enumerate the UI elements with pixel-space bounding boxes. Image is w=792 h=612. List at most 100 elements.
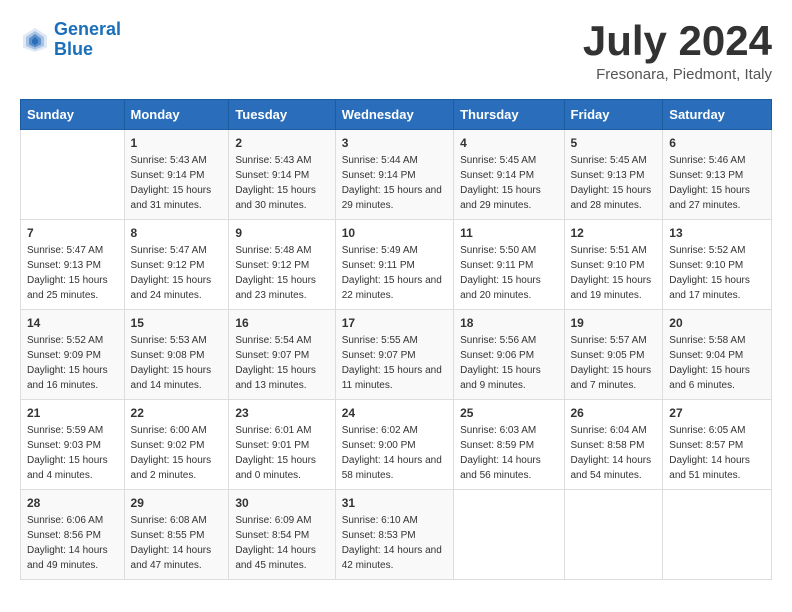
sunrise-text: Sunrise: 5:45 AM <box>571 153 657 168</box>
daylight-text: Daylight: 14 hours and 54 minutes. <box>571 453 657 483</box>
sunrise-text: Sunrise: 6:03 AM <box>460 423 557 438</box>
day-number: 13 <box>669 226 765 240</box>
day-number: 14 <box>27 316 118 330</box>
calendar-cell: 28 Sunrise: 6:06 AM Sunset: 8:56 PM Dayl… <box>21 490 125 580</box>
calendar-cell: 11 Sunrise: 5:50 AM Sunset: 9:11 PM Dayl… <box>454 220 564 310</box>
sunrise-text: Sunrise: 5:51 AM <box>571 243 657 258</box>
day-number: 31 <box>342 496 447 510</box>
calendar-cell: 12 Sunrise: 5:51 AM Sunset: 9:10 PM Dayl… <box>564 220 663 310</box>
daylight-text: Daylight: 14 hours and 49 minutes. <box>27 543 118 573</box>
calendar-cell: 15 Sunrise: 5:53 AM Sunset: 9:08 PM Dayl… <box>124 310 229 400</box>
week-row-2: 7 Sunrise: 5:47 AM Sunset: 9:13 PM Dayli… <box>21 220 772 310</box>
sunset-text: Sunset: 9:10 PM <box>669 258 765 273</box>
day-info: Sunrise: 6:03 AM Sunset: 8:59 PM Dayligh… <box>460 423 557 483</box>
sunset-text: Sunset: 9:02 PM <box>131 438 223 453</box>
day-number: 12 <box>571 226 657 240</box>
day-info: Sunrise: 5:52 AM Sunset: 9:10 PM Dayligh… <box>669 243 765 303</box>
sunset-text: Sunset: 9:07 PM <box>342 348 447 363</box>
calendar-cell: 30 Sunrise: 6:09 AM Sunset: 8:54 PM Dayl… <box>229 490 335 580</box>
calendar-cell: 25 Sunrise: 6:03 AM Sunset: 8:59 PM Dayl… <box>454 400 564 490</box>
sunset-text: Sunset: 9:14 PM <box>235 168 328 183</box>
calendar-cell: 10 Sunrise: 5:49 AM Sunset: 9:11 PM Dayl… <box>335 220 453 310</box>
sunrise-text: Sunrise: 5:44 AM <box>342 153 447 168</box>
day-info: Sunrise: 5:59 AM Sunset: 9:03 PM Dayligh… <box>27 423 118 483</box>
calendar-cell: 6 Sunrise: 5:46 AM Sunset: 9:13 PM Dayli… <box>663 130 772 220</box>
title-block: July 2024 Fresonara, Piedmont, Italy <box>583 20 772 83</box>
sunset-text: Sunset: 9:14 PM <box>342 168 447 183</box>
sunrise-text: Sunrise: 6:01 AM <box>235 423 328 438</box>
day-number: 16 <box>235 316 328 330</box>
daylight-text: Daylight: 15 hours and 31 minutes. <box>131 183 223 213</box>
calendar-cell <box>564 490 663 580</box>
day-number: 21 <box>27 406 118 420</box>
day-number: 28 <box>27 496 118 510</box>
sunset-text: Sunset: 9:12 PM <box>235 258 328 273</box>
day-info: Sunrise: 5:49 AM Sunset: 9:11 PM Dayligh… <box>342 243 447 303</box>
day-number: 3 <box>342 136 447 150</box>
sunset-text: Sunset: 9:13 PM <box>27 258 118 273</box>
day-number: 15 <box>131 316 223 330</box>
sunset-text: Sunset: 9:14 PM <box>131 168 223 183</box>
sunset-text: Sunset: 9:06 PM <box>460 348 557 363</box>
daylight-text: Daylight: 15 hours and 17 minutes. <box>669 273 765 303</box>
header-thursday: Thursday <box>454 100 564 130</box>
sunrise-text: Sunrise: 6:04 AM <box>571 423 657 438</box>
calendar-cell: 2 Sunrise: 5:43 AM Sunset: 9:14 PM Dayli… <box>229 130 335 220</box>
daylight-text: Daylight: 14 hours and 56 minutes. <box>460 453 557 483</box>
sunrise-text: Sunrise: 6:09 AM <box>235 513 328 528</box>
daylight-text: Daylight: 15 hours and 22 minutes. <box>342 273 447 303</box>
day-number: 22 <box>131 406 223 420</box>
day-info: Sunrise: 6:05 AM Sunset: 8:57 PM Dayligh… <box>669 423 765 483</box>
sunset-text: Sunset: 8:58 PM <box>571 438 657 453</box>
week-row-5: 28 Sunrise: 6:06 AM Sunset: 8:56 PM Dayl… <box>21 490 772 580</box>
header-monday: Monday <box>124 100 229 130</box>
sunrise-text: Sunrise: 6:00 AM <box>131 423 223 438</box>
calendar-cell: 21 Sunrise: 5:59 AM Sunset: 9:03 PM Dayl… <box>21 400 125 490</box>
calendar-cell: 23 Sunrise: 6:01 AM Sunset: 9:01 PM Dayl… <box>229 400 335 490</box>
calendar-cell: 22 Sunrise: 6:00 AM Sunset: 9:02 PM Dayl… <box>124 400 229 490</box>
day-info: Sunrise: 5:58 AM Sunset: 9:04 PM Dayligh… <box>669 333 765 393</box>
daylight-text: Daylight: 15 hours and 11 minutes. <box>342 363 447 393</box>
calendar-cell: 9 Sunrise: 5:48 AM Sunset: 9:12 PM Dayli… <box>229 220 335 310</box>
week-row-3: 14 Sunrise: 5:52 AM Sunset: 9:09 PM Dayl… <box>21 310 772 400</box>
day-info: Sunrise: 5:43 AM Sunset: 9:14 PM Dayligh… <box>235 153 328 213</box>
logo-text: General Blue <box>54 20 121 60</box>
daylight-text: Daylight: 15 hours and 23 minutes. <box>235 273 328 303</box>
sunrise-text: Sunrise: 5:52 AM <box>27 333 118 348</box>
day-info: Sunrise: 5:47 AM Sunset: 9:13 PM Dayligh… <box>27 243 118 303</box>
sunrise-text: Sunrise: 5:53 AM <box>131 333 223 348</box>
day-info: Sunrise: 6:04 AM Sunset: 8:58 PM Dayligh… <box>571 423 657 483</box>
day-info: Sunrise: 5:52 AM Sunset: 9:09 PM Dayligh… <box>27 333 118 393</box>
sunrise-text: Sunrise: 6:06 AM <box>27 513 118 528</box>
sunset-text: Sunset: 9:07 PM <box>235 348 328 363</box>
day-info: Sunrise: 5:50 AM Sunset: 9:11 PM Dayligh… <box>460 243 557 303</box>
daylight-text: Daylight: 15 hours and 7 minutes. <box>571 363 657 393</box>
day-info: Sunrise: 6:01 AM Sunset: 9:01 PM Dayligh… <box>235 423 328 483</box>
daylight-text: Daylight: 15 hours and 2 minutes. <box>131 453 223 483</box>
logo-line2: Blue <box>54 39 93 59</box>
sunset-text: Sunset: 9:11 PM <box>460 258 557 273</box>
sunset-text: Sunset: 9:03 PM <box>27 438 118 453</box>
day-info: Sunrise: 5:56 AM Sunset: 9:06 PM Dayligh… <box>460 333 557 393</box>
daylight-text: Daylight: 14 hours and 45 minutes. <box>235 543 328 573</box>
day-info: Sunrise: 5:43 AM Sunset: 9:14 PM Dayligh… <box>131 153 223 213</box>
sunset-text: Sunset: 8:55 PM <box>131 528 223 543</box>
day-number: 25 <box>460 406 557 420</box>
day-info: Sunrise: 6:08 AM Sunset: 8:55 PM Dayligh… <box>131 513 223 573</box>
daylight-text: Daylight: 15 hours and 9 minutes. <box>460 363 557 393</box>
day-info: Sunrise: 5:47 AM Sunset: 9:12 PM Dayligh… <box>131 243 223 303</box>
sunset-text: Sunset: 9:04 PM <box>669 348 765 363</box>
calendar-cell: 20 Sunrise: 5:58 AM Sunset: 9:04 PM Dayl… <box>663 310 772 400</box>
sunrise-text: Sunrise: 5:45 AM <box>460 153 557 168</box>
header-wednesday: Wednesday <box>335 100 453 130</box>
calendar-cell: 7 Sunrise: 5:47 AM Sunset: 9:13 PM Dayli… <box>21 220 125 310</box>
calendar-table: SundayMondayTuesdayWednesdayThursdayFrid… <box>20 99 772 580</box>
day-info: Sunrise: 5:45 AM Sunset: 9:14 PM Dayligh… <box>460 153 557 213</box>
day-number: 29 <box>131 496 223 510</box>
day-info: Sunrise: 6:02 AM Sunset: 9:00 PM Dayligh… <box>342 423 447 483</box>
day-info: Sunrise: 5:53 AM Sunset: 9:08 PM Dayligh… <box>131 333 223 393</box>
calendar-cell: 31 Sunrise: 6:10 AM Sunset: 8:53 PM Dayl… <box>335 490 453 580</box>
calendar-cell: 26 Sunrise: 6:04 AM Sunset: 8:58 PM Dayl… <box>564 400 663 490</box>
sunrise-text: Sunrise: 6:02 AM <box>342 423 447 438</box>
calendar-cell: 16 Sunrise: 5:54 AM Sunset: 9:07 PM Dayl… <box>229 310 335 400</box>
